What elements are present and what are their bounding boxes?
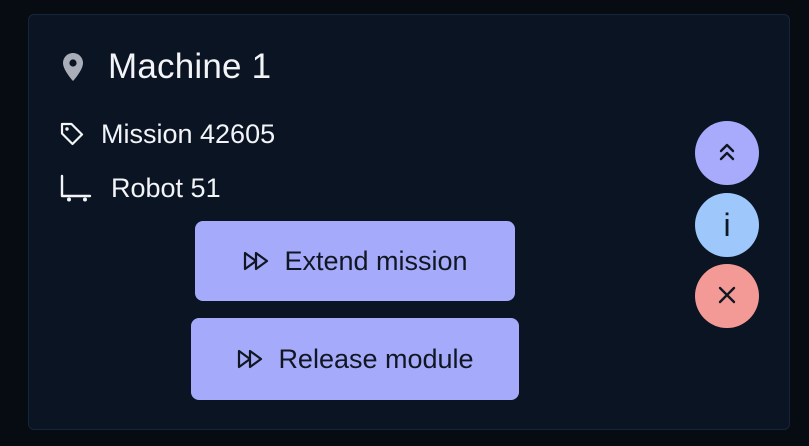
info-icon: i xyxy=(723,207,731,243)
robot-row: Robot 51 xyxy=(59,171,221,205)
page: Machine 1 Mission 42605 Robot 51 Extend … xyxy=(0,0,809,446)
location-pin-icon xyxy=(59,49,87,85)
robot-cart-icon xyxy=(59,173,93,203)
info-button[interactable]: i xyxy=(695,193,759,257)
fast-forward-icon xyxy=(242,246,272,276)
tag-icon xyxy=(59,121,85,147)
mission-label: Mission 42605 xyxy=(101,118,276,149)
extend-mission-button[interactable]: Extend mission xyxy=(195,221,515,301)
machine-card: Machine 1 Mission 42605 Robot 51 Extend … xyxy=(28,14,790,430)
card-title-row: Machine 1 xyxy=(59,47,271,87)
chevron-double-up-icon xyxy=(717,141,737,166)
close-icon xyxy=(716,284,738,309)
robot-label: Robot 51 xyxy=(111,172,221,203)
fast-forward-icon xyxy=(236,344,266,374)
release-module-button[interactable]: Release module xyxy=(191,318,519,400)
release-module-label: Release module xyxy=(278,343,474,374)
collapse-button[interactable] xyxy=(695,121,759,185)
close-button[interactable] xyxy=(695,264,759,328)
extend-mission-label: Extend mission xyxy=(284,245,468,276)
mission-row: Mission 42605 xyxy=(59,117,275,151)
page-title: Machine 1 xyxy=(108,47,272,86)
